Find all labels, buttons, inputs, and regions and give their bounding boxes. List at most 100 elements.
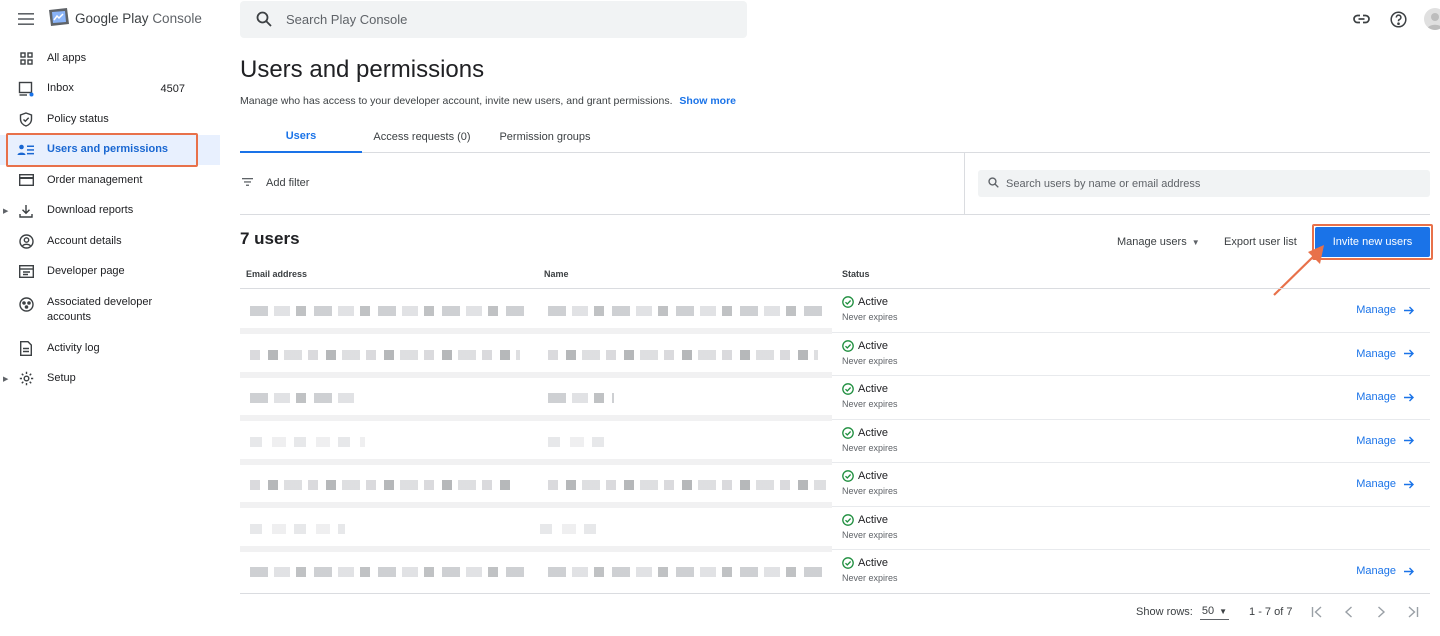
- check-circle-icon: [842, 513, 854, 526]
- redacted-email: [250, 567, 525, 577]
- help-button[interactable]: [1385, 6, 1411, 32]
- invite-new-users-button[interactable]: Invite new users: [1315, 227, 1430, 257]
- sidebar-item-activity-log[interactable]: Activity log: [0, 333, 220, 364]
- user-avatar[interactable]: [1424, 8, 1440, 30]
- table-row[interactable]: Active Never expires Manage: [240, 420, 1430, 465]
- redacted-email: [250, 436, 365, 447]
- page-description: Manage who has access to your developer …: [240, 95, 736, 107]
- global-search-input[interactable]: [286, 9, 706, 29]
- tab-access-requests[interactable]: Access requests (0): [366, 121, 478, 152]
- redacted-email: [250, 306, 530, 316]
- status-cell: Active Never expires: [842, 470, 898, 496]
- expand-caret-icon[interactable]: ▶: [3, 207, 8, 215]
- check-circle-icon: [842, 557, 854, 569]
- sidebar-item-associated-developer-accounts[interactable]: Associated developer accounts: [0, 287, 220, 333]
- column-header-email: Email address: [246, 269, 308, 279]
- sidebar-item-developer-page[interactable]: Developer page: [0, 257, 220, 288]
- manage-user-link[interactable]: Manage: [1356, 348, 1414, 360]
- inbox-count-badge: 4507: [160, 82, 185, 95]
- expiry-label: Never expires: [842, 442, 898, 453]
- pagination: Show rows: 50 ▼ 1 - 7 of 7: [1136, 602, 1420, 622]
- hamburger-menu-button[interactable]: [16, 9, 36, 29]
- help-icon: [1389, 10, 1407, 28]
- redacted-email: [250, 393, 355, 403]
- status-label: Active: [858, 339, 888, 352]
- filter-icon: [242, 178, 253, 186]
- gear-icon: [17, 370, 35, 388]
- check-circle-icon: [842, 470, 854, 482]
- manage-user-link[interactable]: Manage: [1356, 304, 1414, 316]
- table-row[interactable]: Active Never expires Manage: [240, 463, 1430, 508]
- manage-user-link[interactable]: Manage: [1356, 565, 1414, 577]
- previous-page-button[interactable]: [1342, 605, 1356, 619]
- link-icon: [1352, 14, 1370, 24]
- sidebar-item-label: Order management: [47, 173, 143, 186]
- search-icon: [988, 177, 999, 188]
- tab-permission-groups[interactable]: Permission groups: [492, 121, 598, 152]
- rows-per-page-select[interactable]: 50 ▼: [1199, 604, 1230, 620]
- sidebar-item-label: Associated developer accounts: [47, 296, 153, 323]
- redacted-name: [548, 436, 614, 447]
- first-page-button[interactable]: [1310, 605, 1324, 619]
- global-search-bar[interactable]: [240, 1, 747, 38]
- manage-link-label: Manage: [1356, 434, 1396, 447]
- sidebar-nav: All apps Inbox 4507 Policy status Users …: [0, 43, 220, 394]
- avatar-placeholder-icon: [1427, 13, 1440, 30]
- expand-caret-icon[interactable]: ▶: [3, 375, 8, 383]
- check-circle-icon: [842, 426, 854, 439]
- table-row[interactable]: Active Never expires: [240, 507, 1430, 552]
- show-more-link[interactable]: Show more: [679, 95, 736, 107]
- user-search-input[interactable]: [1006, 175, 1406, 193]
- filter-bar: Add filter: [240, 153, 1430, 215]
- sidebar-item-order-management[interactable]: Order management: [0, 165, 220, 196]
- sidebar-item-setup[interactable]: ▶ Setup: [0, 364, 220, 395]
- sidebar-item-account-details[interactable]: Account details: [0, 226, 220, 257]
- next-page-button[interactable]: [1374, 605, 1388, 619]
- arrow-right-icon: [1404, 349, 1414, 358]
- redacted-email: [250, 349, 520, 360]
- redacted-name: [540, 523, 606, 534]
- status-cell: Active Never expires: [842, 557, 898, 583]
- table-row[interactable]: Active Never expires Manage: [240, 289, 1430, 334]
- table-row[interactable]: Active Never expires Manage: [240, 333, 1430, 378]
- tab-users[interactable]: Users: [240, 121, 362, 153]
- manage-users-dropdown[interactable]: Manage users ▼: [1117, 236, 1200, 248]
- redacted-name: [548, 349, 818, 360]
- table-header: Email address Name Status: [240, 262, 1430, 289]
- manage-users-label: Manage users: [1117, 236, 1187, 248]
- manage-user-link[interactable]: Manage: [1356, 478, 1414, 490]
- manage-user-link[interactable]: Manage: [1356, 435, 1414, 447]
- expiry-label: Never expires: [842, 529, 898, 540]
- status-cell: Active Never expires: [842, 296, 898, 322]
- page-title: Users and permissions: [240, 56, 485, 83]
- play-console-logo-icon: [49, 8, 69, 26]
- dropdown-arrow-icon: ▼: [1191, 238, 1200, 247]
- first-page-icon: [1312, 606, 1322, 618]
- sidebar-item-label: Activity log: [47, 341, 100, 354]
- chevron-right-icon: [1378, 606, 1386, 618]
- sidebar-item-users-and-permissions[interactable]: Users and permissions: [0, 134, 220, 165]
- last-page-button[interactable]: [1406, 605, 1420, 619]
- rows-per-page-value: 50: [1201, 604, 1215, 617]
- link-button[interactable]: [1348, 6, 1374, 32]
- column-header-status: Status: [842, 269, 870, 279]
- table-row[interactable]: Active Never expires Manage: [240, 376, 1430, 421]
- expiry-label: Never expires: [842, 486, 898, 496]
- status-cell: Active Never expires: [842, 340, 898, 366]
- manage-link-label: Manage: [1356, 478, 1396, 490]
- redacted-email: [250, 480, 510, 490]
- add-filter-button[interactable]: Add filter: [240, 153, 965, 214]
- top-right-actions: [1337, 6, 1440, 32]
- sidebar-item-policy-status[interactable]: Policy status: [0, 104, 220, 135]
- table-row[interactable]: Active Never expires Manage: [240, 550, 1430, 594]
- manage-user-link[interactable]: Manage: [1356, 391, 1414, 403]
- search-icon: [256, 11, 272, 27]
- sidebar-item-all-apps[interactable]: All apps: [0, 43, 220, 74]
- user-search-bar[interactable]: [978, 170, 1430, 197]
- linked-accounts-icon: [17, 295, 35, 313]
- sidebar-item-download-reports[interactable]: ▶ Download reports: [0, 196, 220, 227]
- sidebar-item-inbox[interactable]: Inbox 4507: [0, 74, 220, 105]
- brand-header: Google Play Console: [0, 0, 220, 38]
- web-page-icon: [17, 263, 35, 281]
- export-user-list-button[interactable]: Export user list: [1224, 236, 1297, 248]
